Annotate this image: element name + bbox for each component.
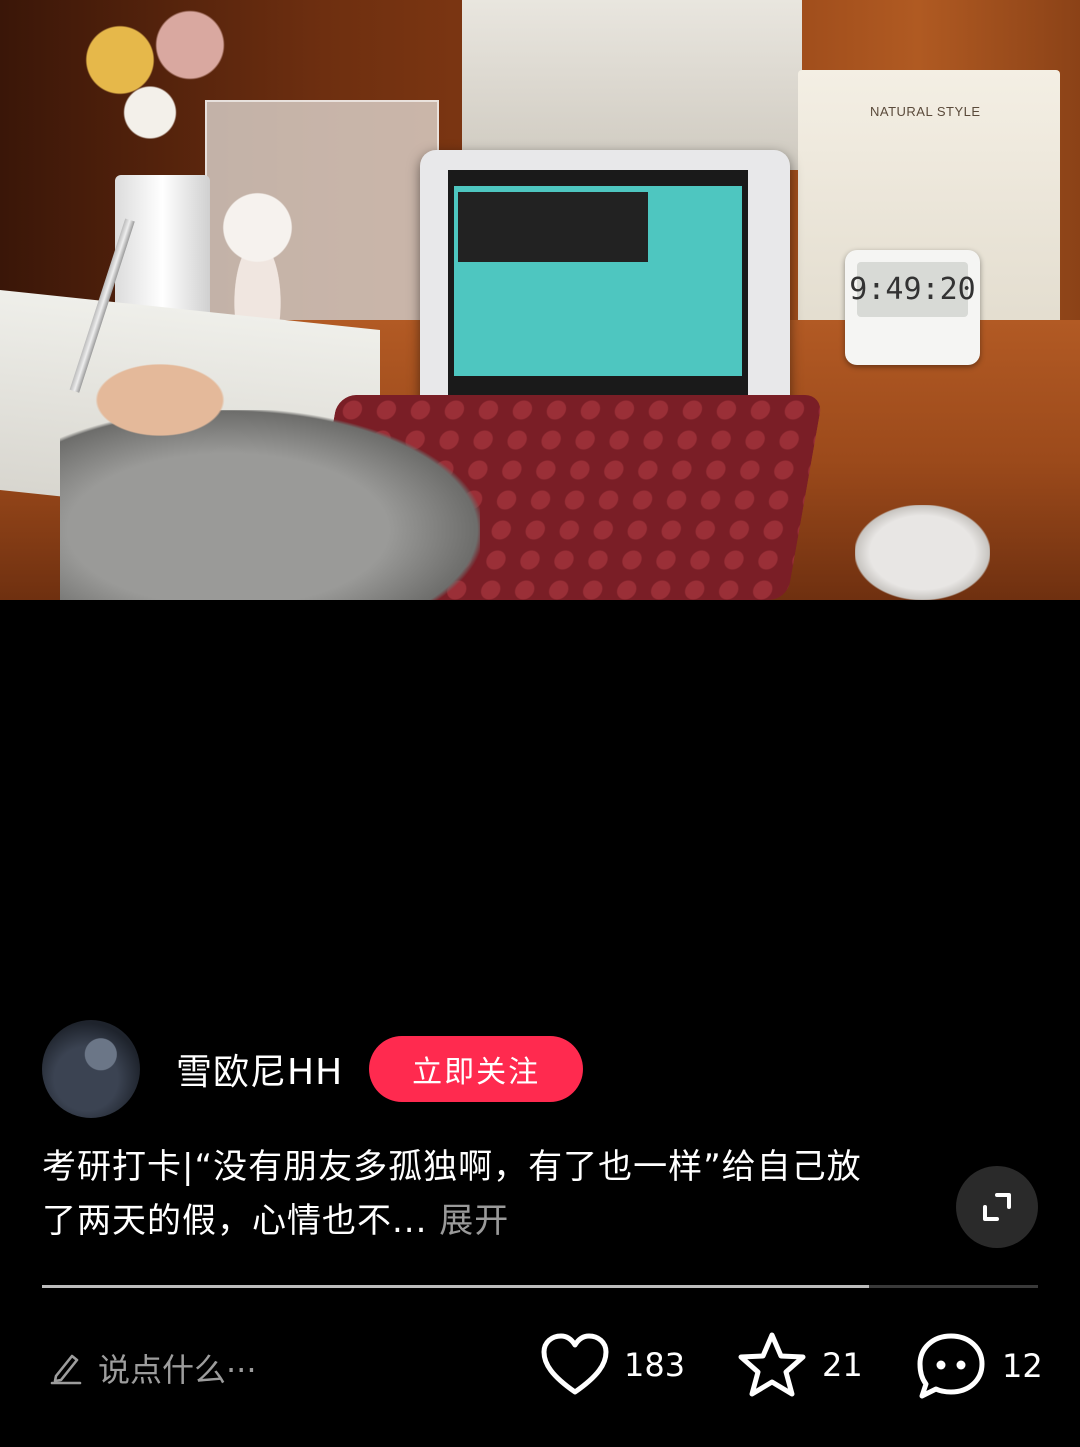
comment-input[interactable]: 说点什么···: [48, 1340, 257, 1396]
comment-placeholder: 说点什么···: [98, 1351, 257, 1389]
like-button[interactable]: 183: [540, 1332, 685, 1398]
playback-progress-bar[interactable]: [42, 1285, 1038, 1288]
photo-timer: 9:49:20: [845, 250, 980, 365]
author-row: 雪欧尼HH 立即关注: [42, 1020, 584, 1118]
favorite-count: 21: [822, 1346, 863, 1384]
star-icon: [738, 1332, 806, 1397]
comment-button[interactable]: 12: [914, 1330, 1043, 1402]
avatar[interactable]: [42, 1020, 140, 1118]
photo-book-stand: [462, 0, 802, 170]
playback-progress-fill: [42, 1285, 869, 1288]
photo-tablet-screen: [448, 170, 748, 412]
heart-icon: [541, 1333, 609, 1395]
post-photo[interactable]: NATURAL STYLE 9:49:20: [0, 0, 1080, 600]
comment-count: 12: [1002, 1347, 1043, 1385]
photo-cabinet-label: NATURAL STYLE: [870, 104, 981, 119]
follow-button[interactable]: 立即关注: [369, 1036, 584, 1102]
photo-hand: [80, 355, 240, 445]
post-caption[interactable]: 考研打卡|“没有朋友多孤独啊，有了也一样”给自己放了两天的假，心情也不... 展…: [42, 1140, 862, 1248]
speech-bubble-icon: [917, 1333, 985, 1399]
fullscreen-button[interactable]: [956, 1166, 1038, 1248]
photo-tablet: [420, 150, 790, 430]
photo-timer-display: 9:49:20: [849, 262, 976, 317]
expand-caption-link[interactable]: 展开: [439, 1201, 509, 1241]
author-name[interactable]: 雪欧尼HH: [176, 1043, 343, 1095]
pencil-icon: [50, 1354, 82, 1385]
favorite-button[interactable]: 21: [736, 1330, 863, 1400]
like-count: 183: [624, 1346, 686, 1384]
photo-vase: [115, 175, 210, 320]
photo-tape: [855, 505, 990, 600]
fullscreen-icon: [983, 1193, 1011, 1221]
photo-tablet-slide: [458, 192, 648, 262]
